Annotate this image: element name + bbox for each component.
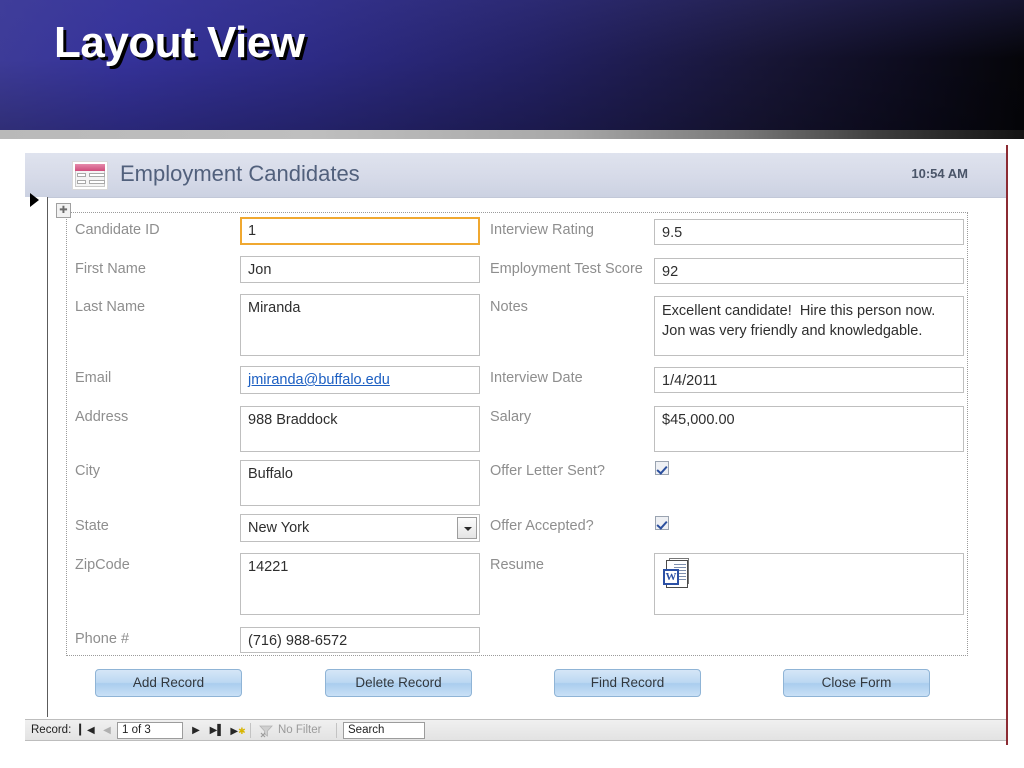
input-interview-date[interactable]: 1/4/2011 — [654, 367, 964, 393]
label-notes: Notes — [490, 299, 528, 315]
current-record-arrow-icon — [30, 193, 39, 207]
input-first-name[interactable]: Jon — [240, 256, 480, 283]
label-last-name: Last Name — [75, 299, 146, 315]
close-form-button[interactable]: Close Form — [783, 669, 930, 697]
slide-banner: Layout View — [0, 0, 1024, 130]
label-first-name: First Name — [75, 261, 146, 277]
label-interview-date: Interview Date — [490, 370, 583, 386]
new-record-icon[interactable]: ▶✱ — [230, 723, 246, 739]
window-right-accent-line — [1006, 145, 1008, 745]
label-resume: Resume — [490, 557, 544, 573]
form-time-label: 10:54 AM — [911, 166, 968, 181]
form-icon-body — [75, 171, 105, 187]
word-document-icon[interactable]: W — [663, 558, 689, 590]
record-label: Record: — [31, 724, 72, 736]
checkbox-offer-accepted[interactable] — [655, 516, 669, 530]
label-offer-letter-sent: Offer Letter Sent? — [490, 463, 605, 479]
filter-icon[interactable] — [259, 724, 273, 738]
previous-record-icon[interactable]: ◀ — [99, 723, 115, 739]
form-icon-titlebar — [75, 164, 105, 171]
input-interview-rating[interactable]: 9.5 — [654, 219, 964, 245]
word-badge: W — [663, 569, 679, 585]
form-icon-row — [89, 173, 105, 177]
record-navigation-bar: Record: ▎◀ ◀ 1 of 3 ▶ ▶▌ ▶✱ No Filter Se… — [25, 719, 1006, 741]
input-notes[interactable]: Excellent candidate! Hire this person no… — [654, 296, 964, 356]
record-position-input[interactable]: 1 of 3 — [117, 722, 183, 739]
add-record-button[interactable]: Add Record — [95, 669, 242, 697]
input-address[interactable]: 988 Braddock — [240, 406, 480, 452]
combobox-state[interactable]: New York — [240, 514, 480, 542]
filter-status-label[interactable]: No Filter — [278, 724, 321, 736]
label-email: Email — [75, 370, 112, 386]
record-selector-column — [25, 197, 48, 717]
banner-bottom-strip — [0, 130, 1024, 139]
new-record-star-icon: ✱ — [238, 726, 246, 736]
input-email[interactable]: jmiranda@buffalo.edu — [240, 366, 480, 394]
form-icon — [72, 161, 108, 190]
first-record-icon[interactable]: ▎◀ — [79, 723, 95, 739]
slide-page: Layout View Employment Candidates 10:54 … — [0, 0, 1024, 768]
form-icon-row — [77, 173, 86, 177]
label-city: City — [75, 463, 100, 479]
input-salary[interactable]: $45,000.00 — [654, 406, 964, 452]
email-hyperlink[interactable]: jmiranda@buffalo.edu — [248, 372, 390, 388]
form-icon-row — [77, 180, 86, 184]
search-input[interactable]: Search — [343, 722, 425, 739]
label-candidate-id: Candidate ID — [75, 222, 160, 238]
attachment-resume[interactable]: W — [654, 553, 964, 615]
form-icon-row — [89, 180, 105, 184]
label-interview-rating: Interview Rating — [490, 222, 594, 238]
delete-record-button[interactable]: Delete Record — [325, 669, 472, 697]
label-zipcode: ZipCode — [75, 557, 130, 573]
chevron-down-icon[interactable] — [457, 517, 477, 539]
form-header-bar: Employment Candidates 10:54 AM — [25, 153, 1006, 198]
nav-separator — [336, 723, 337, 738]
label-employment-test-score: Employment Test Score — [490, 261, 643, 277]
nav-separator — [250, 723, 251, 738]
input-city[interactable]: Buffalo — [240, 460, 480, 506]
layout-move-handle[interactable]: ✚ — [56, 203, 71, 218]
find-record-button[interactable]: Find Record — [554, 669, 701, 697]
input-zipcode[interactable]: 14221 — [240, 553, 480, 615]
input-phone[interactable]: (716) 988-6572 — [240, 627, 480, 653]
input-last-name[interactable]: Miranda — [240, 294, 480, 356]
last-record-icon[interactable]: ▶▌ — [209, 723, 225, 739]
label-salary: Salary — [490, 409, 532, 425]
label-phone: Phone # — [75, 631, 130, 647]
label-state: State — [75, 518, 109, 534]
form-title: Employment Candidates — [120, 161, 360, 186]
checkbox-offer-letter-sent[interactable] — [655, 461, 669, 475]
label-offer-accepted: Offer Accepted? — [490, 518, 594, 534]
input-candidate-id[interactable]: 1 — [240, 217, 480, 245]
label-address: Address — [75, 409, 129, 425]
next-record-icon[interactable]: ▶ — [188, 723, 204, 739]
combobox-state-value: New York — [248, 520, 310, 536]
input-employment-test-score[interactable]: 92 — [654, 258, 964, 284]
slide-title: Layout View — [54, 18, 305, 67]
move-cross-icon: ✚ — [59, 205, 68, 216]
